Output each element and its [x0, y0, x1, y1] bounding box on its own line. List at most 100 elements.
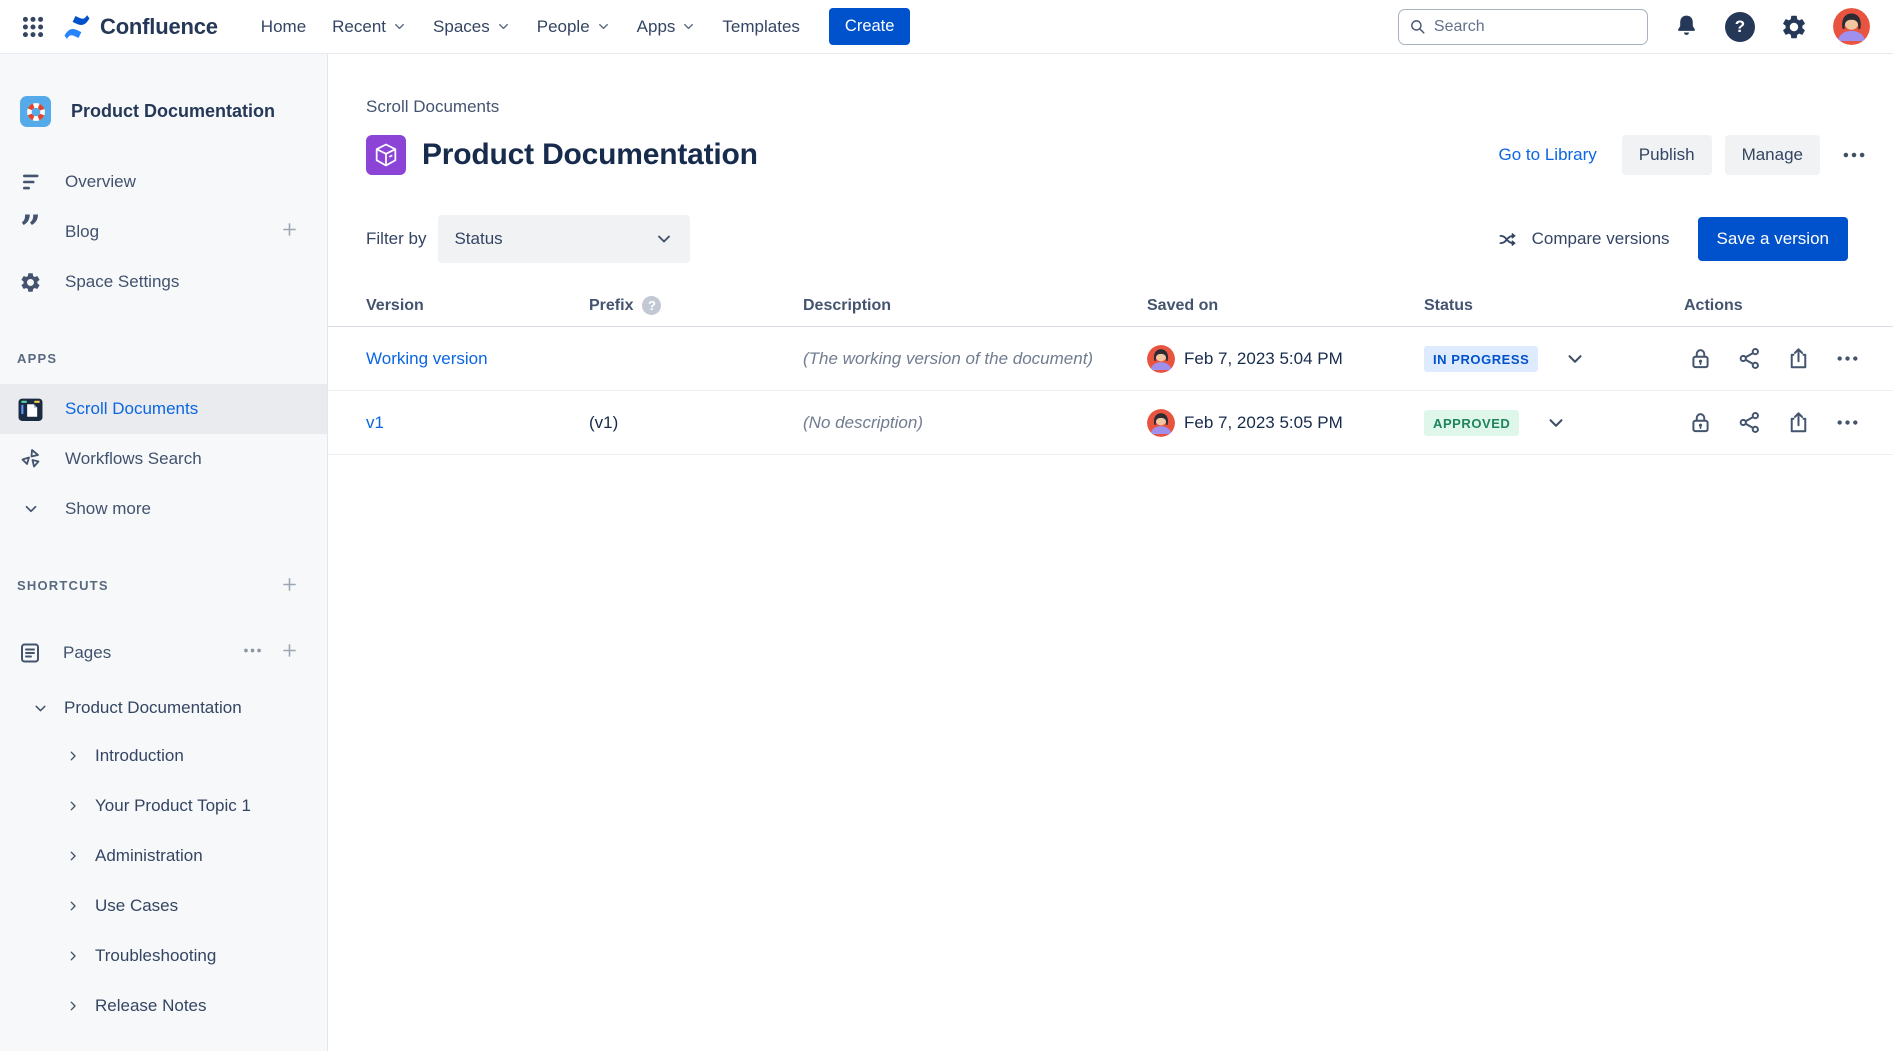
publish-button[interactable]: Publish [1622, 135, 1712, 175]
shuffle-compare-icon [1498, 228, 1521, 251]
tree-item-label: Product Documentation [64, 698, 242, 718]
tree-item-introduction[interactable]: Introduction [0, 731, 327, 781]
status-badge[interactable]: APPROVED [1424, 410, 1519, 436]
share-icon[interactable] [1737, 410, 1762, 435]
lock-icon[interactable] [1688, 346, 1713, 371]
prefix-help-icon[interactable]: ? [642, 296, 661, 315]
chevron-right-icon[interactable] [66, 749, 80, 763]
chevron-down-icon[interactable] [32, 700, 49, 717]
chevron-right-icon[interactable] [66, 849, 80, 863]
saved-on-cell: Feb 7, 2023 5:05 PM [1147, 409, 1424, 437]
saved-on-date: Feb 7, 2023 5:05 PM [1184, 413, 1343, 433]
tree-item-use-cases[interactable]: Use Cases [0, 881, 327, 931]
sidebar-item-workflows-search[interactable]: Workflows Search [0, 434, 327, 484]
page-tree-root[interactable]: Product Documentation [0, 685, 327, 731]
add-page-icon[interactable] [280, 641, 299, 665]
sidebar-item-scroll-documents[interactable]: Scroll Documents [0, 384, 327, 434]
tree-item-troubleshooting[interactable]: Troubleshooting [0, 931, 327, 981]
table-header-row: Version Prefix ? Description Saved on St… [328, 285, 1893, 327]
manage-button[interactable]: Manage [1725, 135, 1820, 175]
sidebar-item-label: Blog [65, 222, 99, 242]
confluence-wordmark: Confluence [100, 14, 218, 40]
export-icon[interactable] [1786, 346, 1811, 371]
add-blog-post-icon[interactable] [280, 220, 299, 244]
description-cell: (The working version of the document) [803, 349, 1147, 369]
lock-icon[interactable] [1688, 410, 1713, 435]
column-header-description[interactable]: Description [803, 297, 1147, 315]
sidebar-item-pages[interactable]: Pages [0, 631, 327, 675]
tree-item-label: Your Product Topic 1 [95, 796, 251, 816]
column-header-status[interactable]: Status [1424, 297, 1684, 315]
sidebar-item-blog[interactable]: ” Blog [0, 207, 327, 257]
sidebar-item-label: Scroll Documents [65, 399, 198, 419]
table-row: Working version (The working version of … [328, 327, 1893, 391]
add-shortcut-icon[interactable] [280, 575, 299, 597]
confluence-logo[interactable]: Confluence [62, 12, 218, 42]
sidebar-item-overview[interactable]: Overview [0, 157, 327, 207]
shortcuts-section-heading: SHORTCUTS [0, 578, 327, 593]
nav-item-people[interactable]: People [524, 9, 624, 45]
save-a-version-button[interactable]: Save a version [1698, 217, 1848, 261]
nav-item-templates[interactable]: Templates [709, 9, 812, 45]
overview-lines-icon [18, 170, 43, 194]
saver-avatar [1147, 409, 1175, 437]
search-input[interactable] [1434, 18, 1637, 36]
scroll-documents-app-icon [18, 397, 43, 422]
nav-item-home[interactable]: Home [248, 9, 319, 45]
nav-item-apps[interactable]: Apps [624, 9, 710, 45]
nav-item-spaces[interactable]: Spaces [420, 9, 524, 45]
prefix-cell: (v1) [589, 413, 803, 433]
create-button[interactable]: Create [829, 8, 911, 45]
chevron-right-icon[interactable] [66, 899, 80, 913]
settings-gear-icon[interactable] [1780, 13, 1808, 41]
page-more-options-icon[interactable] [1841, 142, 1867, 168]
share-icon[interactable] [1737, 346, 1762, 371]
status-filter-value: Status [454, 229, 502, 249]
sidebar-item-show-more[interactable]: Show more [0, 484, 327, 534]
version-link[interactable]: v1 [366, 413, 384, 432]
apps-section-heading: APPS [0, 351, 327, 366]
tree-item-release-notes[interactable]: Release Notes [0, 981, 327, 1031]
row-more-options-icon[interactable] [1835, 346, 1860, 371]
row-actions [1684, 346, 1893, 371]
chevron-down-icon [681, 19, 696, 34]
space-name: Product Documentation [71, 101, 275, 122]
user-avatar[interactable] [1833, 8, 1870, 45]
chevron-right-icon[interactable] [66, 799, 80, 813]
export-icon[interactable] [1786, 410, 1811, 435]
global-search[interactable] [1398, 9, 1648, 45]
compare-versions-button[interactable]: Compare versions [1498, 228, 1670, 251]
top-navigation-bar: Confluence Home Recent Spaces People App… [0, 0, 1893, 54]
app-switcher-icon[interactable] [16, 10, 50, 44]
column-header-version[interactable]: Version [328, 297, 589, 315]
confluence-logo-icon [62, 12, 92, 42]
status-chevron-down-icon[interactable] [1545, 412, 1567, 434]
versions-table: Version Prefix ? Description Saved on St… [328, 285, 1893, 455]
status-chevron-down-icon[interactable] [1564, 348, 1586, 370]
help-icon[interactable]: ? [1725, 12, 1755, 42]
breadcrumb-scroll-documents[interactable]: Scroll Documents [366, 97, 499, 116]
column-header-prefix[interactable]: Prefix ? [589, 296, 803, 315]
go-to-library-link[interactable]: Go to Library [1499, 145, 1597, 165]
main-content: Scroll Documents Product Documentation G… [328, 54, 1893, 1051]
chevron-down-icon [496, 19, 511, 34]
column-header-saved-on[interactable]: Saved on [1147, 297, 1424, 315]
status-filter-dropdown[interactable]: Status [438, 215, 690, 263]
row-more-options-icon[interactable] [1835, 410, 1860, 435]
notifications-bell-icon[interactable] [1673, 13, 1700, 40]
space-header[interactable]: Product Documentation [20, 96, 311, 127]
sidebar-item-space-settings[interactable]: Space Settings [0, 257, 327, 307]
pages-more-options-icon[interactable] [242, 640, 263, 666]
status-badge[interactable]: IN PROGRESS [1424, 346, 1538, 372]
version-link[interactable]: Working version [366, 349, 488, 368]
chevron-right-icon[interactable] [66, 999, 80, 1013]
nav-item-recent[interactable]: Recent [319, 9, 420, 45]
sidebar-item-label: Pages [63, 643, 111, 663]
page-title: Product Documentation [422, 138, 758, 172]
sidebar-item-label: Show more [65, 499, 151, 519]
gear-icon [18, 271, 43, 294]
tree-item-your-product-topic-1[interactable]: Your Product Topic 1 [0, 781, 327, 831]
document-box-icon [366, 135, 406, 175]
tree-item-administration[interactable]: Administration [0, 831, 327, 881]
chevron-right-icon[interactable] [66, 949, 80, 963]
